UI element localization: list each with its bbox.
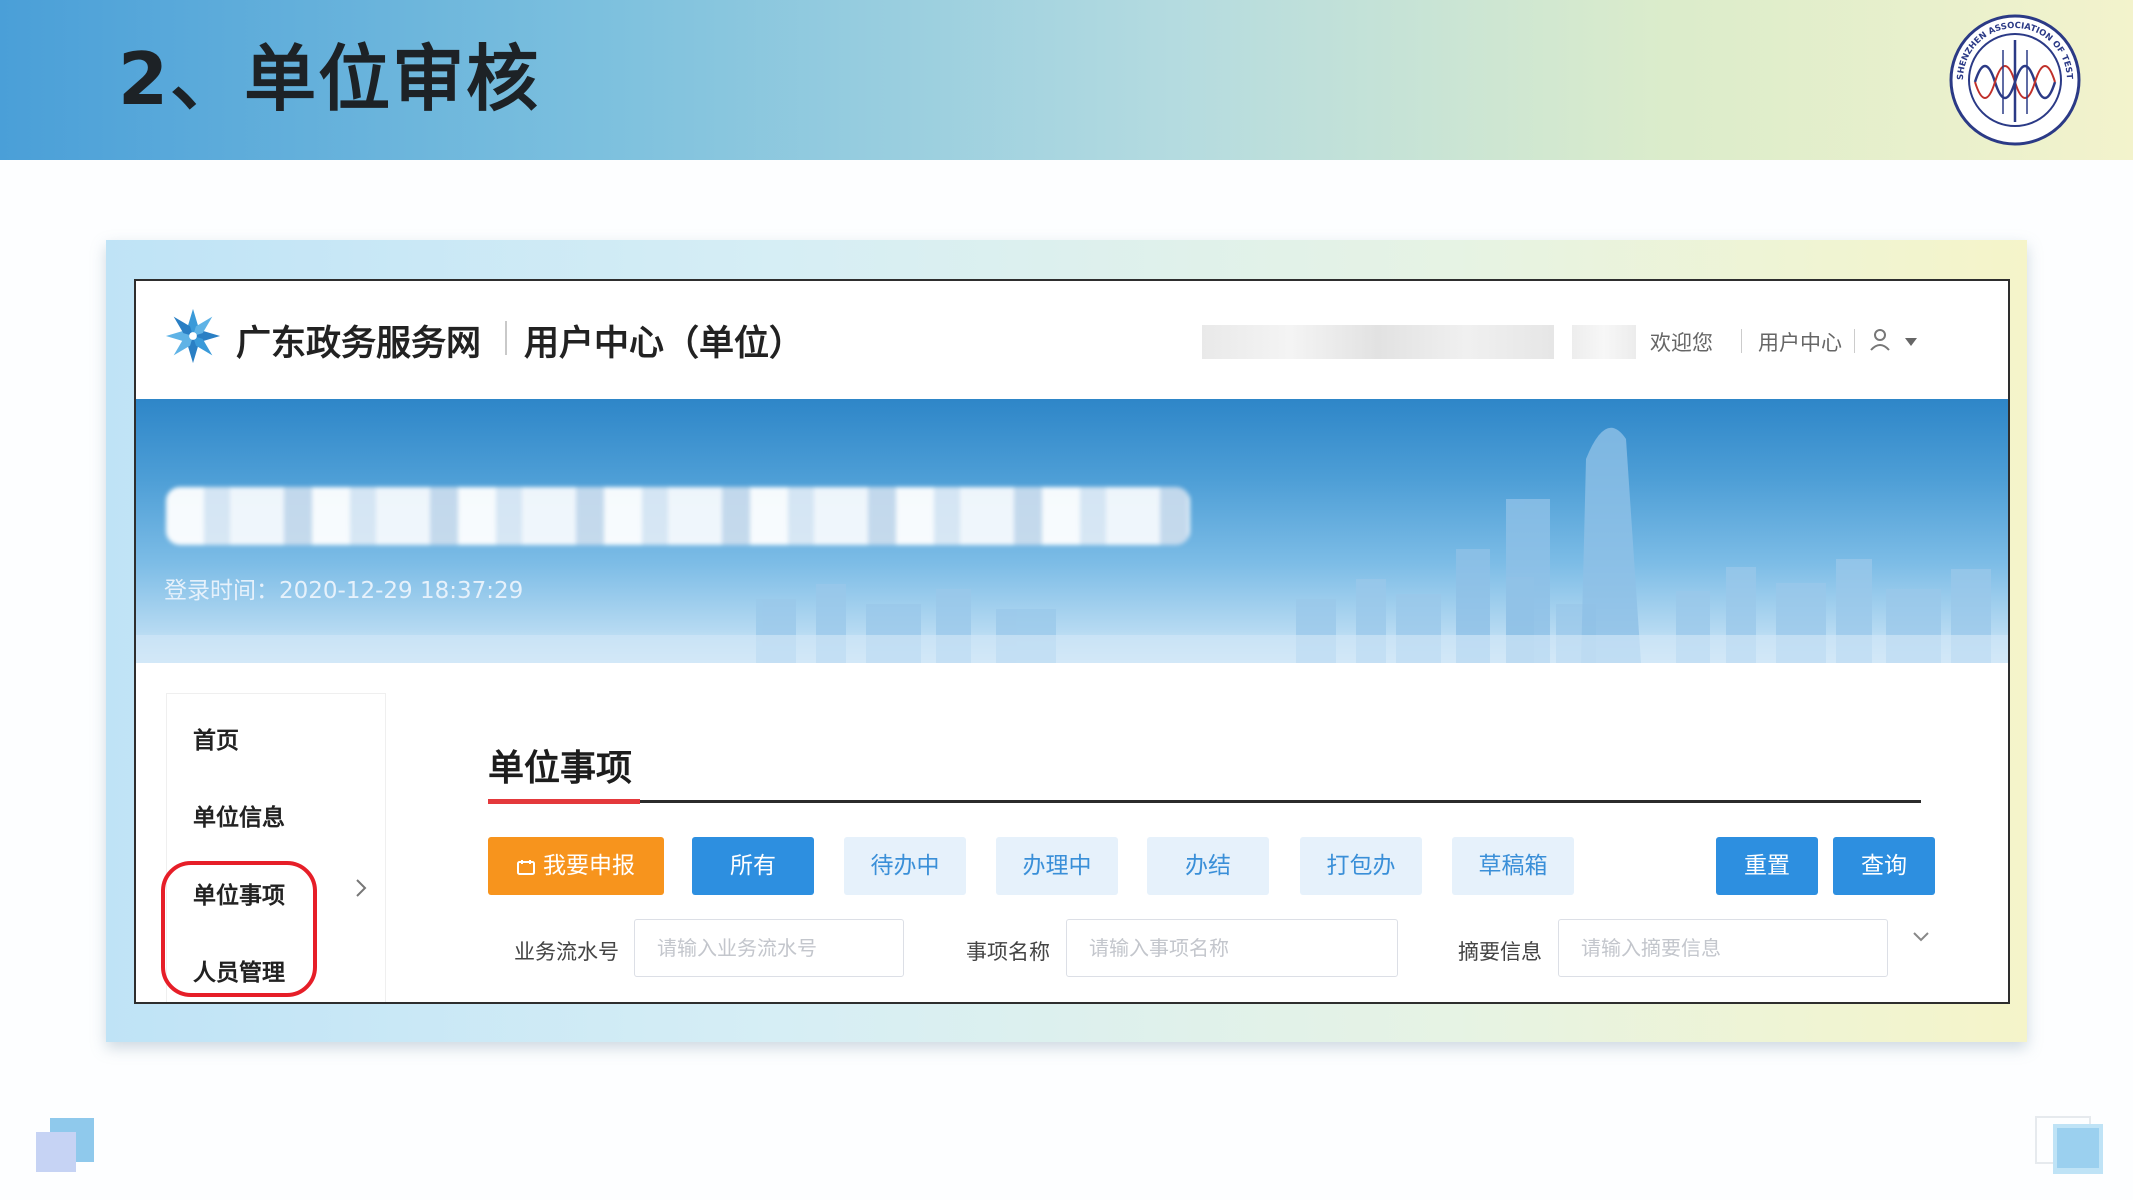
matter-name-input[interactable] [1066, 919, 1398, 977]
tab-packaged[interactable]: 打包办 [1300, 837, 1422, 895]
header-divider [1854, 329, 1855, 353]
summary-info-label: 摘要信息 [1458, 940, 1542, 964]
tab-processing[interactable]: 办理中 [996, 837, 1118, 895]
report-button-label: 我要申报 [543, 853, 635, 879]
blurred-user-name [1572, 325, 1636, 359]
caret-down-icon[interactable] [1904, 337, 1918, 347]
expand-filters-chevron-icon[interactable] [1912, 931, 1930, 943]
user-center-link[interactable]: 用户中心 [1758, 327, 1842, 357]
welcome-text: 欢迎您 [1650, 331, 1713, 355]
person-icon[interactable] [1869, 328, 1891, 352]
chevron-right-icon[interactable] [354, 877, 368, 899]
serial-number-label: 业务流水号 [514, 940, 619, 964]
tab-drafts[interactable]: 草稿箱 [1452, 837, 1574, 895]
tab-all[interactable]: 所有 [692, 837, 814, 895]
calendar-icon [517, 859, 535, 875]
user-center-subtitle: 用户中心（单位） [524, 324, 805, 364]
site-name[interactable]: 广东政务服务网 [236, 315, 481, 366]
sidebar-item-org-info[interactable]: 单位信息 [193, 798, 285, 832]
report-button[interactable]: 我要申报 [488, 837, 664, 895]
tab-pending[interactable]: 待办中 [844, 837, 966, 895]
slide-title: 2、单位审核 [118, 37, 541, 121]
decorative-squares-icon [2035, 1116, 2103, 1174]
decorative-squares-icon [36, 1118, 94, 1172]
header-divider [1741, 329, 1742, 353]
user-banner: 登录时间：2020-12-29 18:37:29 [136, 399, 2008, 663]
snowflake-logo-icon [165, 308, 221, 364]
summary-info-input[interactable] [1558, 919, 1888, 977]
tab-completed[interactable]: 办结 [1147, 837, 1269, 895]
matter-name-label: 事项名称 [966, 940, 1050, 964]
blurred-org-name [1202, 325, 1554, 359]
portal-screenshot: 广东政务服务网 用户中心（单位） 欢迎您 用户中心 登录时间：2020-12-2… [134, 279, 2010, 1004]
section-title: 单位事项 [488, 748, 633, 789]
highlight-annotation-outline [161, 861, 317, 997]
query-button[interactable]: 查询 [1833, 837, 1935, 895]
portal-top-bar: 广东政务服务网 用户中心（单位） 欢迎您 用户中心 [136, 281, 2008, 399]
title-divider [505, 321, 507, 355]
reset-button[interactable]: 重置 [1716, 837, 1818, 895]
serial-number-input[interactable] [634, 919, 904, 977]
sidebar-item-home[interactable]: 首页 [193, 721, 239, 755]
sata-association-seal-icon: SHENZHEN ASSOCIATION OF TESTERS AND ANAL… [1945, 10, 2081, 146]
blurred-organization-name [166, 487, 1190, 545]
section-title-underline [488, 799, 640, 804]
section-divider [488, 800, 1921, 803]
login-time: 登录时间：2020-12-29 18:37:29 [164, 578, 524, 604]
